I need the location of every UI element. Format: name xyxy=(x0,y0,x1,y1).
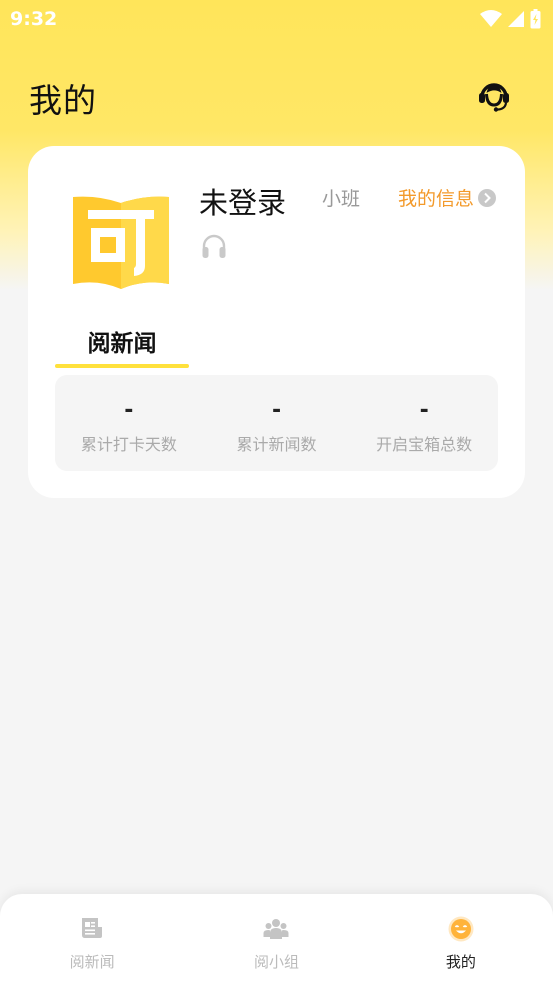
my-info-link[interactable]: 我的信息 xyxy=(398,184,497,211)
nav-label: 阅小组 xyxy=(253,953,299,971)
cellular-signal-icon xyxy=(508,11,524,27)
wifi-icon xyxy=(480,10,502,27)
status-bar: 9:32 xyxy=(0,0,553,38)
headphone-icon xyxy=(202,234,226,258)
page-title: 我的 xyxy=(29,81,97,120)
tab-active-indicator xyxy=(55,364,189,368)
nav-label: 阅新闻 xyxy=(69,953,115,971)
customer-support-button[interactable] xyxy=(475,76,513,114)
tab-read-news[interactable]: 阅新闻 xyxy=(55,324,189,368)
tab-read-news-label: 阅新闻 xyxy=(87,331,157,357)
stat-value: - xyxy=(271,398,282,423)
stat-checkin-days: - 累计打卡天数 xyxy=(55,375,203,471)
headset-support-icon xyxy=(479,83,509,112)
nav-item-read-news[interactable]: 阅新闻 xyxy=(0,894,184,984)
status-time: 9:32 xyxy=(10,8,58,30)
news-icon xyxy=(82,918,103,938)
stat-label: 累计打卡天数 xyxy=(80,435,177,454)
user-name: 未登录 xyxy=(199,186,287,220)
stat-label: 累计新闻数 xyxy=(236,435,317,454)
stat-value: - xyxy=(419,398,429,423)
my-info-label: 我的信息 xyxy=(398,188,475,210)
app-logo xyxy=(73,196,169,289)
battery-icon xyxy=(530,9,541,29)
smile-face-icon xyxy=(448,916,474,942)
nav-item-read-group[interactable]: 阅小组 xyxy=(184,894,368,984)
profile-card: 未登录 小班 我的信息 阅新闻 - 累计打卡天数 - 累计新闻数 - 开启宝箱总… xyxy=(28,146,525,498)
status-icons xyxy=(480,9,541,29)
stat-value: - xyxy=(124,398,134,423)
class-label: 小班 xyxy=(322,188,361,210)
stat-treasure-chests: - 开启宝箱总数 xyxy=(350,375,498,471)
stat-label: 开启宝箱总数 xyxy=(376,435,473,454)
stat-news-count: - 累计新闻数 xyxy=(203,375,351,471)
stats-panel: - 累计打卡天数 - 累计新闻数 - 开启宝箱总数 xyxy=(55,375,498,471)
group-icon xyxy=(263,919,289,939)
nav-label: 我的 xyxy=(445,953,476,971)
bottom-navigation: 阅新闻 阅小组 我的 xyxy=(0,894,553,984)
nav-item-mine[interactable]: 我的 xyxy=(369,894,553,984)
chevron-right-icon xyxy=(478,188,497,207)
